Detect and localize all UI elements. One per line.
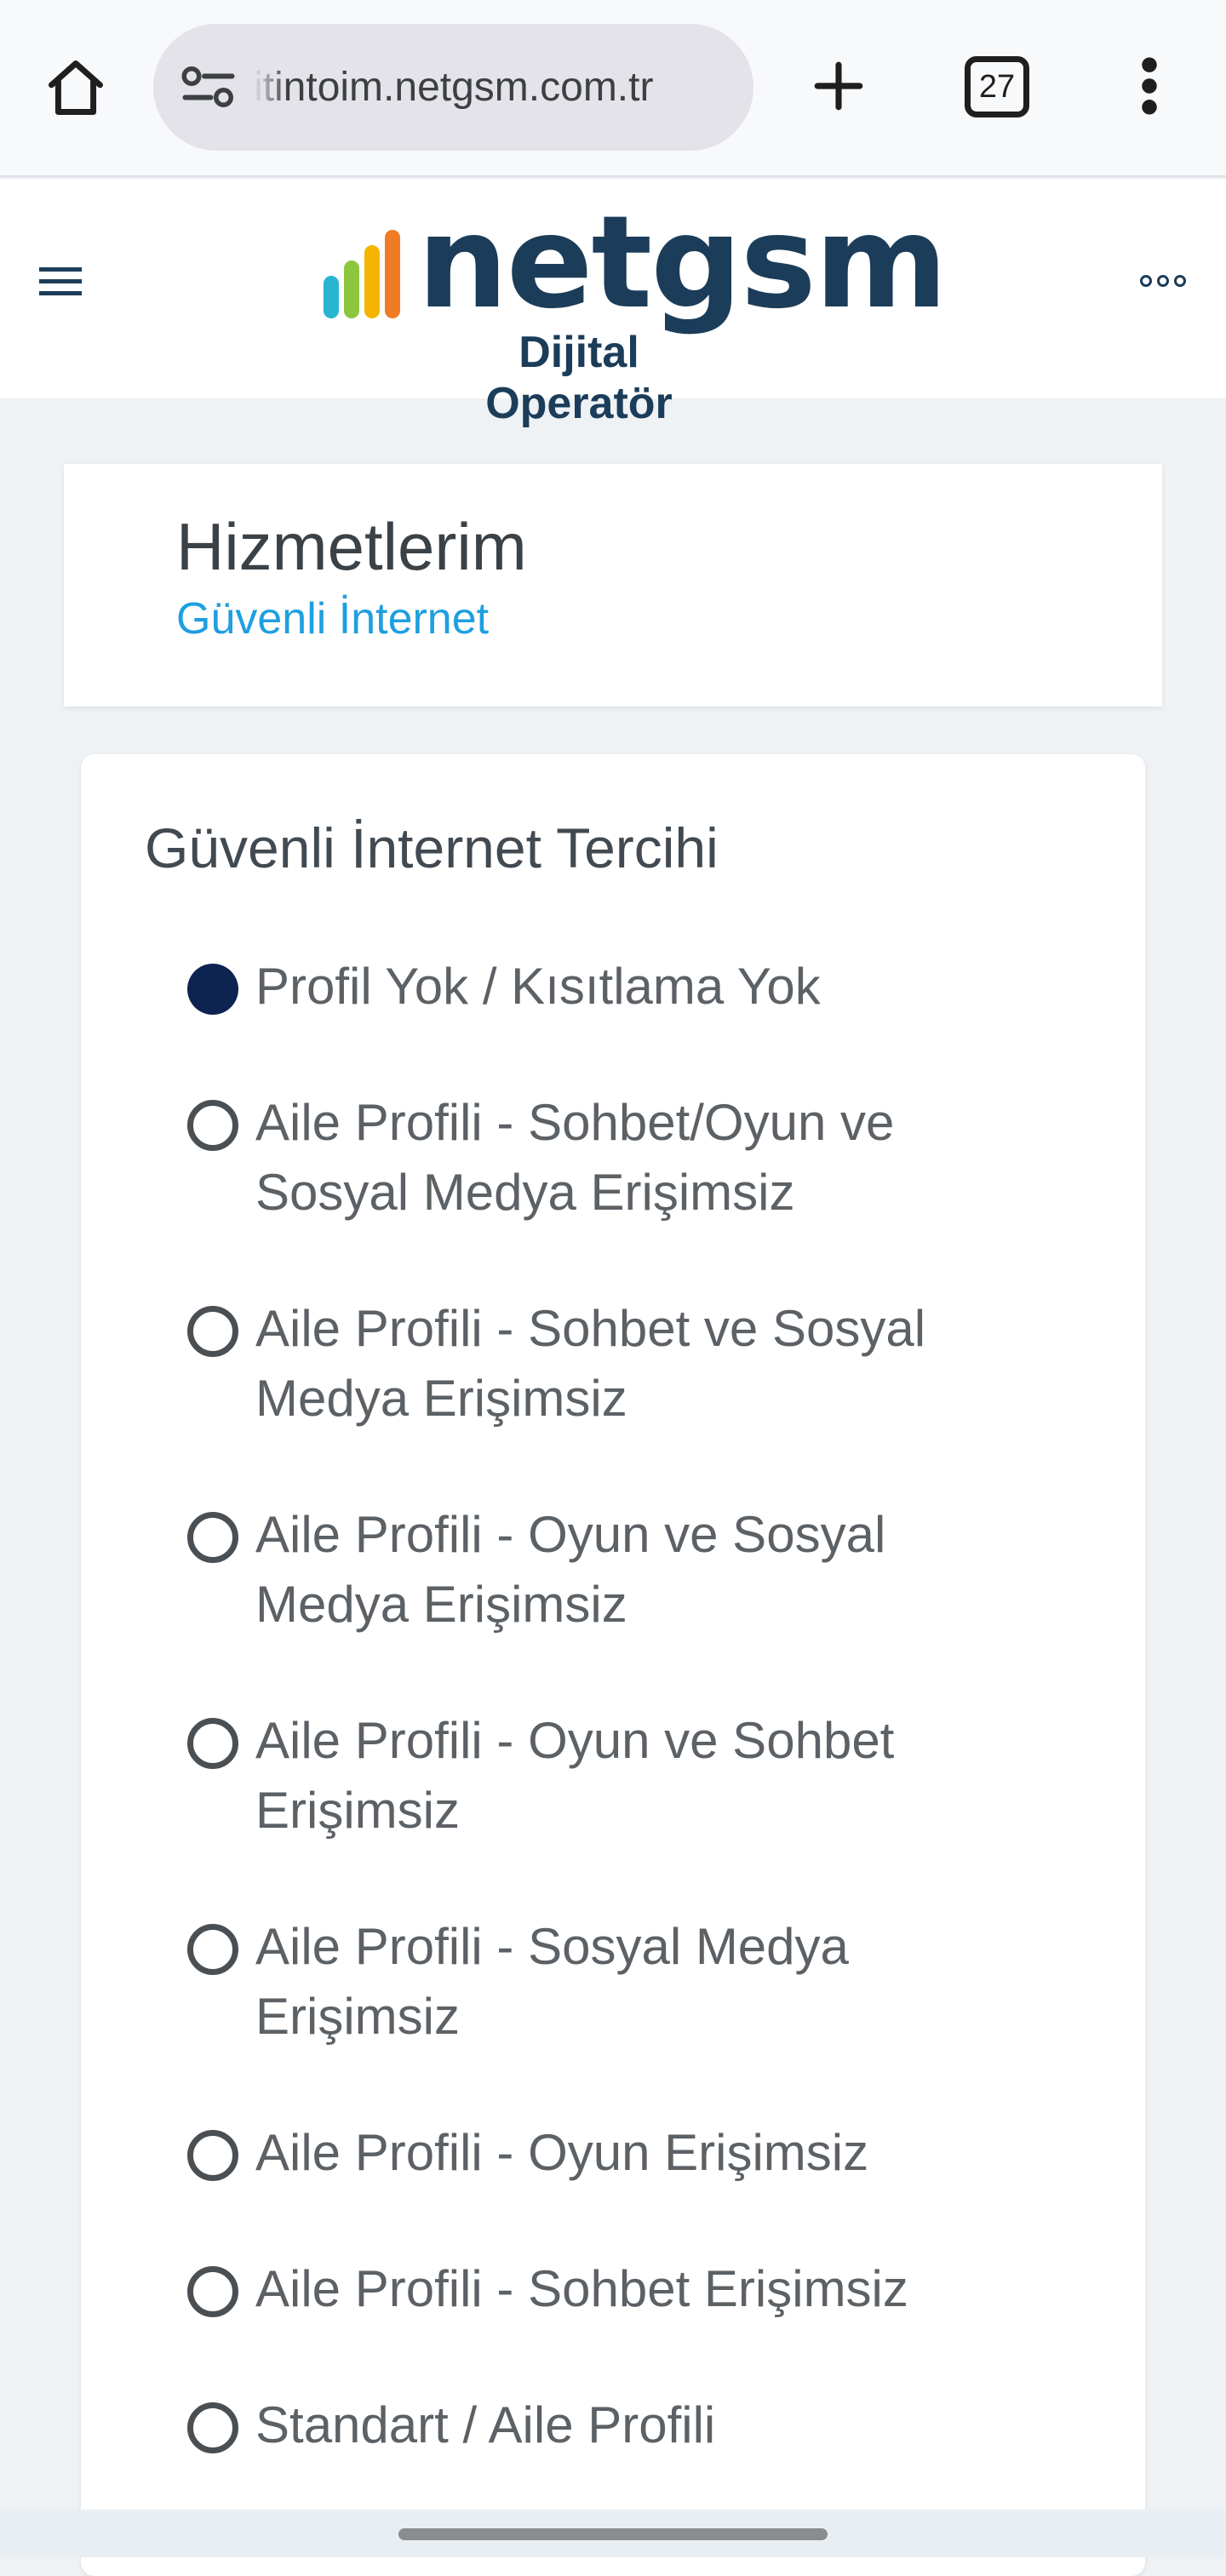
radio-option-label[interactable]: Aile Profili - Sohbet Erişimsiz (255, 2254, 1039, 2324)
radio-button[interactable] (187, 2130, 238, 2181)
url-text[interactable]: itintoim.netgsm.com.tr (254, 24, 739, 151)
page-title: Hizmetlerim (176, 509, 527, 584)
radio-button[interactable] (187, 1512, 238, 1563)
radio-button[interactable] (187, 2266, 238, 2317)
address-bar[interactable]: itintoim.netgsm.com.tr (153, 24, 753, 151)
app-header: netgsm Dijital Operatör (0, 179, 1226, 428)
radio-button[interactable] (187, 1718, 238, 1769)
radio-option-label[interactable]: Aile Profili - Oyun ve Sosyal Medya Eriş… (255, 1500, 1039, 1640)
netgsm-logo[interactable]: netgsm Dijital Operatör (324, 191, 948, 428)
radio-button[interactable] (187, 1924, 238, 1975)
plus-icon[interactable] (800, 48, 877, 124)
radio-button[interactable] (187, 2402, 238, 2453)
vertical-dots-icon[interactable] (1124, 48, 1175, 124)
page-title-card: Hizmetlerim Güvenli İnternet (64, 464, 1162, 707)
breadcrumb[interactable]: Güvenli İnternet (176, 593, 489, 644)
radio-button[interactable] (187, 1306, 238, 1357)
section-title: Güvenli İnternet Tercihi (145, 816, 719, 879)
radio-button-selected[interactable] (187, 964, 238, 1015)
radio-option-label[interactable]: Aile Profili - Sosyal Medya Erişimsiz (255, 1912, 1039, 2052)
radio-button[interactable] (187, 1100, 238, 1151)
radio-option-label[interactable]: Aile Profili - Sohbet/Oyun ve Sosyal Med… (255, 1088, 1039, 1228)
tab-switcher-button[interactable]: 27 (965, 56, 1029, 117)
gesture-navigation-bar[interactable] (398, 2528, 828, 2540)
radio-option-label[interactable]: Profil Yok / Kısıtlama Yok (255, 952, 1039, 1022)
logo-wordmark: netgsm (417, 189, 948, 337)
tune-icon[interactable] (179, 61, 238, 112)
radio-option-label[interactable]: Aile Profili - Oyun ve Sohbet Erişimsiz (255, 1706, 1039, 1846)
hamburger-menu-icon[interactable] (39, 264, 82, 298)
radio-option-label[interactable]: Standart / Aile Profili (255, 2390, 1039, 2460)
horizontal-dots-icon[interactable] (1137, 272, 1189, 289)
home-icon[interactable] (39, 51, 112, 124)
preference-card: Güvenli İnternet Tercihi Profil Yok / Kı… (81, 754, 1145, 2576)
url-fade (254, 24, 288, 151)
logo-subtitle: Dijital Operatör (485, 328, 673, 428)
logo-bars-icon (324, 230, 400, 318)
browser-toolbar: itintoim.netgsm.com.tr 27 (0, 0, 1226, 177)
radio-option-label[interactable]: Aile Profili - Sohbet ve Sosyal Medya Er… (255, 1294, 1039, 1434)
radio-option-label[interactable]: Aile Profili - Oyun Erişimsiz (255, 2118, 1039, 2188)
